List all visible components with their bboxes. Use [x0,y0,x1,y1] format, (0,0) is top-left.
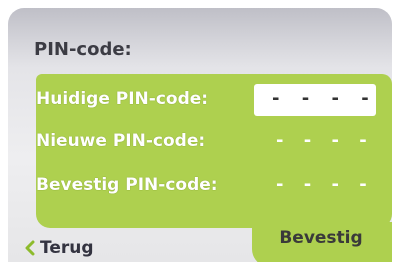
confirm-pin-field[interactable]: - - - - [276,174,372,195]
confirm-label: Bevestig [279,228,363,248]
new-pin-label: Nieuwe PIN-code: [36,131,206,151]
new-pin-field[interactable]: - - - - [276,130,372,151]
back-label: Terug [40,238,94,258]
back-button[interactable]: Terug [24,238,94,258]
confirm-pin-label: Bevestig PIN-code: [36,175,218,195]
chevron-left-icon [25,240,35,256]
page-title: PIN-code: [34,39,132,60]
current-pin-label: Huidige PIN-code: [36,89,209,109]
current-pin-field[interactable]: - - - - [254,84,376,116]
current-pin-value: - - - - [272,88,377,109]
